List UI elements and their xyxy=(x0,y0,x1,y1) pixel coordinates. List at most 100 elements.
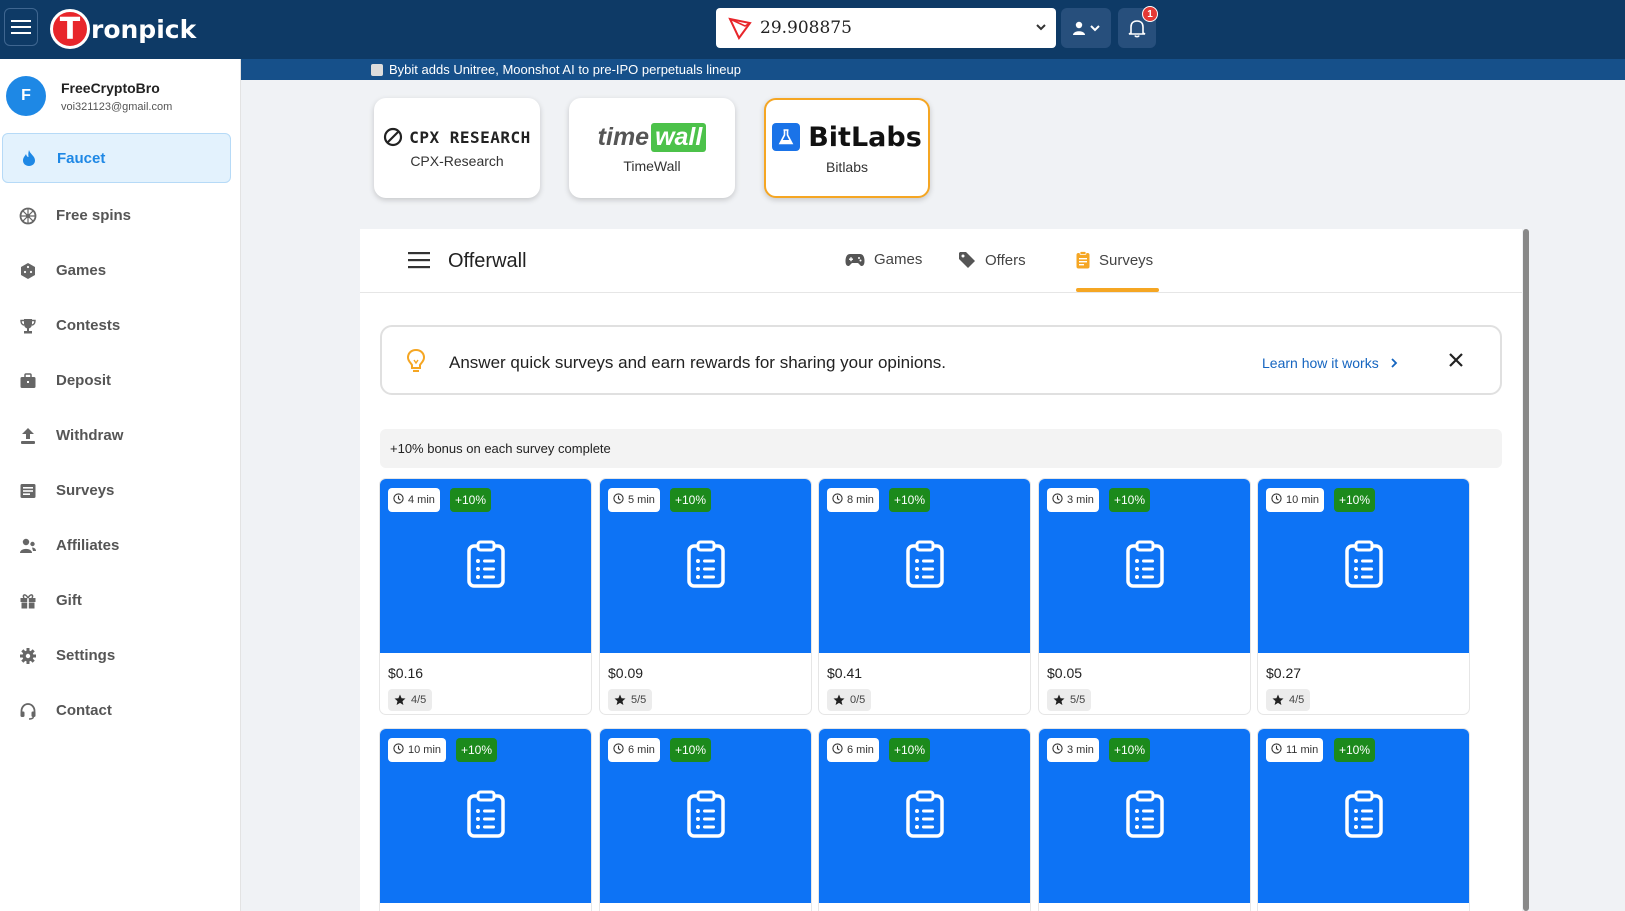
sidebar-item-free-spins[interactable]: Free spins xyxy=(0,188,241,243)
clipboard-icon xyxy=(905,790,944,843)
survey-card-banner: 6 min +10% xyxy=(600,729,811,903)
sidebar-item-surveys[interactable]: Surveys xyxy=(0,463,241,518)
clipboard-icon xyxy=(466,790,505,843)
survey-card-banner: 10 min +10% xyxy=(1258,479,1469,653)
user-menu-button[interactable] xyxy=(1061,8,1111,48)
duration-text: 11 min xyxy=(1286,744,1319,756)
bonus-badge: +10% xyxy=(889,738,931,762)
survey-card[interactable]: 3 min +10% xyxy=(1039,729,1250,911)
sidebar-item-label: Settings xyxy=(56,647,116,664)
survey-card[interactable]: 4 min +10% $0.16 4/5 xyxy=(380,479,591,714)
clock-icon xyxy=(832,493,847,507)
sidebar-item-label: Contests xyxy=(56,317,121,334)
bonus-badge: +10% xyxy=(1334,488,1376,512)
survey-card-banner: 11 min +10% xyxy=(1258,729,1469,903)
duration-badge: 3 min xyxy=(1047,488,1099,512)
info-text: Answer quick surveys and earn rewards fo… xyxy=(449,353,947,372)
sidebar-item-affiliates[interactable]: Affiliates xyxy=(0,518,241,573)
clipboard-icon xyxy=(686,540,725,593)
tab-offers[interactable]: Offers xyxy=(958,251,1026,269)
list-icon xyxy=(18,481,38,501)
clock-icon xyxy=(1052,743,1067,757)
sidebar-item-label: Deposit xyxy=(56,372,112,389)
provider-label: CPX-Research xyxy=(410,153,504,169)
notification-count-badge: 1 xyxy=(1142,6,1158,22)
clock-icon xyxy=(393,493,408,507)
sidebar-item-games[interactable]: Games xyxy=(0,243,241,298)
survey-card[interactable]: 11 min +10% xyxy=(1258,729,1469,911)
duration-text: 10 min xyxy=(1286,494,1320,506)
clipboard-icon xyxy=(1344,540,1383,593)
sidebar-item-contests[interactable]: Contests xyxy=(0,298,241,353)
survey-card[interactable]: 5 min +10% $0.09 5/5 xyxy=(600,479,811,714)
tab-label: Surveys xyxy=(1099,251,1154,269)
survey-reward: $0.16 xyxy=(388,665,424,681)
sidebar-item-faucet[interactable]: Faucet xyxy=(2,133,231,183)
clock-icon xyxy=(832,743,847,757)
survey-card[interactable]: 6 min +10% xyxy=(819,729,1030,911)
survey-card[interactable]: 10 min +10% xyxy=(380,729,591,911)
chevron-right-icon xyxy=(1391,358,1397,368)
gamepad-icon xyxy=(845,252,865,268)
duration-badge: 6 min xyxy=(608,738,660,762)
survey-card[interactable]: 10 min +10% $0.27 4/5 xyxy=(1258,479,1469,714)
scrollbar[interactable] xyxy=(1523,229,1529,911)
survey-card-banner: 5 min +10% xyxy=(600,479,811,653)
site-logo[interactable]: T ronpick xyxy=(50,8,196,50)
clock-icon xyxy=(1271,493,1286,507)
learn-how-it-works-link[interactable]: Learn how it works xyxy=(1262,355,1401,371)
sidebar-item-withdraw[interactable]: Withdraw xyxy=(0,408,241,463)
duration-badge: 10 min xyxy=(1266,488,1325,512)
user-name: FreeCryptoBro xyxy=(61,79,160,96)
tab-surveys[interactable]: Surveys xyxy=(1076,251,1153,269)
duration-text: 3 min xyxy=(1067,494,1094,506)
top-bar: T ronpick 29.908875 1 xyxy=(0,0,1625,59)
balance-select[interactable]: 29.908875 xyxy=(716,8,1056,48)
survey-card[interactable]: 3 min +10% $0.05 5/5 xyxy=(1039,479,1250,714)
sidebar-nav: Faucet Free spins Games Contests Deposit… xyxy=(0,133,241,738)
gear-icon xyxy=(18,646,38,666)
tag-icon xyxy=(958,251,976,269)
sidebar-item-contact[interactable]: Contact xyxy=(0,683,241,738)
surveys-info-banner: Answer quick surveys and earn rewards fo… xyxy=(380,325,1502,395)
provider-bitlabs[interactable]: BitLabs Bitlabs xyxy=(764,98,930,198)
news-ticker[interactable]: Bybit adds Unitree, Moonshot AI to pre-I… xyxy=(241,59,1625,80)
close-icon[interactable] xyxy=(1446,350,1466,370)
survey-card-banner: 3 min +10% xyxy=(1039,729,1250,903)
tab-label: Games xyxy=(874,251,923,268)
star-icon xyxy=(394,694,411,706)
duration-text: 4 min xyxy=(408,494,435,506)
duration-badge: 11 min xyxy=(1266,738,1324,762)
bonus-badge: +10% xyxy=(1334,738,1376,762)
survey-card[interactable]: 6 min +10% xyxy=(600,729,811,911)
duration-badge: 4 min xyxy=(388,488,440,512)
upload-icon xyxy=(18,426,38,446)
clipboard-icon xyxy=(1076,251,1090,269)
sidebar-item-gift[interactable]: Gift xyxy=(0,573,241,628)
fire-icon xyxy=(19,148,39,168)
survey-card[interactable]: 8 min +10% $0.41 0/5 xyxy=(819,479,1030,714)
bonus-badge: +10% xyxy=(450,488,492,512)
user-icon xyxy=(1072,21,1085,35)
survey-reward: $0.41 xyxy=(827,665,863,681)
offerwall-title: Offerwall xyxy=(448,250,527,272)
duration-badge: 6 min xyxy=(827,738,879,762)
clock-icon xyxy=(613,493,628,507)
chevron-down-icon xyxy=(1036,24,1046,31)
sidebar-item-deposit[interactable]: Deposit xyxy=(0,353,241,408)
briefcase-icon xyxy=(18,371,38,391)
bonus-badge: +10% xyxy=(1109,488,1151,512)
provider-timewall[interactable]: time wall TimeWall xyxy=(569,98,735,198)
clipboard-icon xyxy=(1344,790,1383,843)
survey-reward: $0.27 xyxy=(1266,665,1302,681)
duration-text: 10 min xyxy=(408,744,442,756)
offerwall-menu-icon[interactable] xyxy=(408,251,430,269)
provider-cpx-research[interactable]: CPX RESEARCH CPX-Research xyxy=(374,98,540,198)
headset-icon xyxy=(18,701,38,721)
clock-icon xyxy=(1271,743,1286,757)
tab-games[interactable]: Games xyxy=(845,251,922,268)
sidebar-item-settings[interactable]: Settings xyxy=(0,628,241,683)
star-icon xyxy=(1272,694,1289,706)
gift-icon xyxy=(18,591,38,611)
hamburger-menu-button[interactable] xyxy=(4,8,38,46)
